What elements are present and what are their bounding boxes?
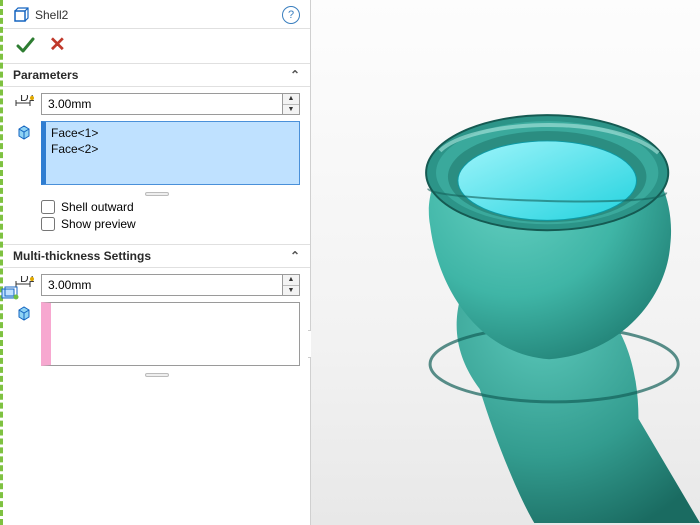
dimension-icon: D1 [13,93,35,111]
mt-faces-row [13,302,300,366]
shell-outward-input[interactable] [41,200,55,214]
shell-outward-label: Shell outward [61,200,134,214]
parameters-title: Parameters [13,68,78,82]
property-panel: Shell2 ? ✕ Parameters ⌃ D1 [3,0,311,525]
multithickness-header[interactable]: Multi-thickness Settings ⌃ [3,244,310,268]
chevron-up-icon: ⌃ [290,249,300,263]
shell-outward-checkbox[interactable]: Shell outward [41,200,300,214]
list-item[interactable]: Face<2> [51,141,294,157]
mt-list-resize-handle[interactable] [13,372,300,378]
mt-thickness-spinner[interactable]: ▲ ▼ [282,274,300,296]
spinner-up-icon[interactable]: ▲ [283,94,299,105]
model-render [311,0,700,525]
mt-thickness-input[interactable] [41,274,282,296]
feature-header: Shell2 ? [3,0,310,29]
multithickness-title: Multi-thickness Settings [13,249,151,263]
show-preview-checkbox[interactable]: Show preview [41,217,300,231]
thickness-row: D1 ▲ ▼ [13,93,300,115]
thickness-input[interactable] [41,93,282,115]
multithickness-body: D1 ▲ ▼ [3,268,310,388]
show-preview-input[interactable] [41,217,55,231]
multithickness-feature-icon [1,286,19,303]
mt-faces-selection-icon [13,302,35,322]
parameters-body: D1 ▲ ▼ [3,87,310,244]
cancel-button[interactable]: ✕ [49,35,66,55]
list-item[interactable]: Face<1> [51,125,294,141]
spinner-down-icon[interactable]: ▼ [283,105,299,115]
faces-to-remove-list[interactable]: Face<1> Face<2> [41,121,300,185]
ok-button[interactable] [15,35,35,55]
feature-title: Shell2 [35,8,68,22]
graphics-viewport[interactable] [311,0,700,525]
list-resize-handle[interactable] [13,191,300,197]
mt-faces-list[interactable] [41,302,300,366]
thickness-spinner[interactable]: ▲ ▼ [282,93,300,115]
spinner-up-icon[interactable]: ▲ [283,275,299,286]
thickness-input-wrap: ▲ ▼ [41,93,300,115]
help-icon[interactable]: ? [282,6,300,24]
shell-feature-icon [13,7,29,23]
mt-thickness-input-wrap: ▲ ▼ [41,274,300,296]
model-selected-face[interactable] [458,141,637,220]
chevron-up-icon: ⌃ [290,68,300,82]
parameters-header[interactable]: Parameters ⌃ [3,63,310,87]
faces-row: Face<1> Face<2> [13,121,300,185]
show-preview-label: Show preview [61,217,136,231]
app-root: Shell2 ? ✕ Parameters ⌃ D1 [0,0,700,525]
faces-selection-icon [13,121,35,141]
confirm-bar: ✕ [3,29,310,63]
mt-thickness-row: D1 ▲ ▼ [13,274,300,296]
spinner-down-icon[interactable]: ▼ [283,286,299,296]
